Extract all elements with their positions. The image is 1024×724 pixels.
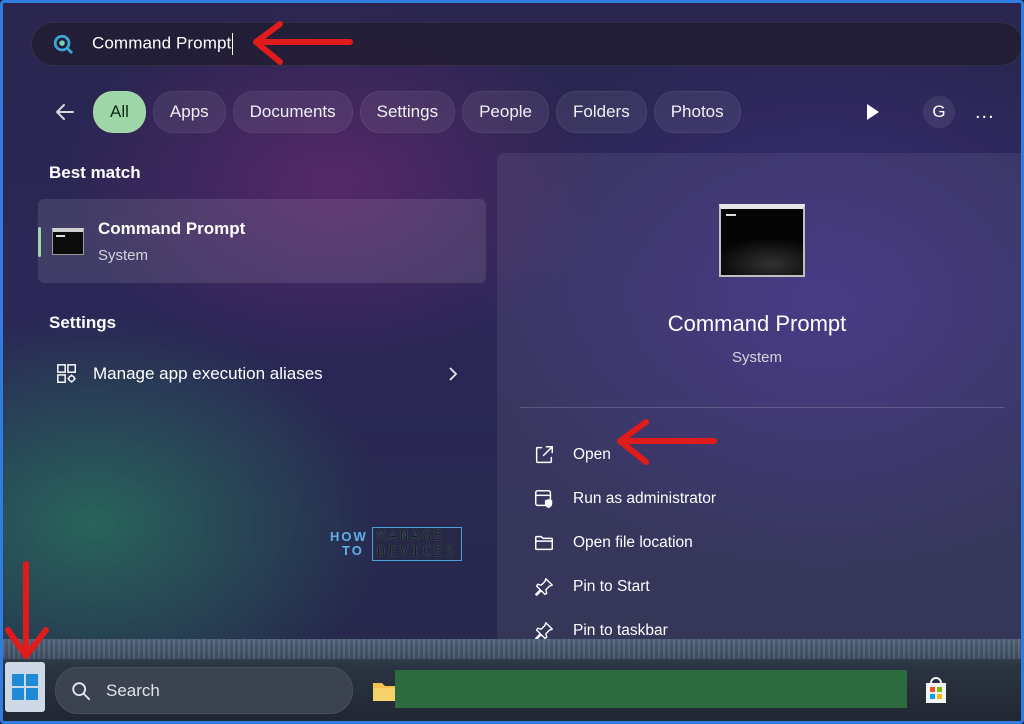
action-label: Pin to taskbar	[573, 622, 668, 639]
search-icon	[53, 34, 73, 54]
best-match-type: System	[98, 246, 149, 264]
watermark-box-line1: MANAGE	[376, 528, 446, 544]
selection-indicator	[38, 227, 41, 257]
action-label: Run as administrator	[573, 490, 717, 507]
action-label: Pin to Start	[573, 578, 650, 595]
best-match-heading: Best match	[49, 163, 141, 182]
filter-tab-people[interactable]: People	[462, 91, 550, 133]
more-options-button[interactable]: ...	[975, 101, 995, 124]
filter-tab-all[interactable]: All	[93, 91, 146, 133]
site-watermark: HOW TO MANAGE DEVICES	[330, 527, 462, 561]
annotation-arrow-search	[253, 21, 353, 65]
watermark-box-line2: DEVICES	[376, 544, 457, 560]
app-settings-icon	[57, 364, 76, 383]
more-filters-button[interactable]	[853, 92, 893, 132]
redacted-taskbar-apps	[395, 670, 907, 708]
filter-tab-photos[interactable]: Photos	[653, 91, 741, 133]
folder-icon	[535, 535, 553, 551]
start-search-window: Command Prompt All Apps Documents Settin…	[0, 0, 1024, 724]
filter-tab-apps[interactable]: Apps	[152, 91, 226, 133]
action-open-file-location[interactable]: Open file location	[533, 521, 716, 565]
chevron-right-icon	[449, 367, 458, 381]
text-caret	[232, 33, 234, 55]
microsoft-store-icon[interactable]	[923, 675, 949, 705]
action-pin-to-start[interactable]: Pin to Start	[533, 565, 716, 609]
preview-app-type: System	[731, 349, 782, 366]
taskbar-search-label: Search	[106, 680, 160, 700]
search-query-text: Command Prompt	[92, 33, 232, 53]
preview-pane: Command Prompt System Open Run as admini…	[497, 153, 1021, 653]
preview-app-name: Command Prompt	[667, 311, 847, 336]
taskbar-search-box[interactable]: Search	[55, 667, 353, 714]
best-match-name: Command Prompt	[98, 218, 246, 238]
windows-logo-icon	[12, 674, 38, 700]
action-label: Open	[573, 446, 611, 463]
watermark-line2: TO	[342, 543, 364, 558]
account-avatar[interactable]: G	[923, 96, 955, 128]
back-arrow-icon	[56, 104, 74, 120]
annotation-arrow-open	[617, 419, 717, 465]
watermark-how-to: HOW TO	[330, 530, 368, 558]
best-match-text: Command Prompt System	[98, 219, 245, 264]
admin-shield-icon	[535, 490, 553, 509]
watermark-box: MANAGE DEVICES	[371, 527, 462, 561]
best-match-item[interactable]: Command Prompt System	[38, 199, 486, 283]
filter-bar: All Apps Documents Settings People Folde…	[47, 91, 748, 133]
results-list: Best match Command Prompt System Setting…	[38, 163, 486, 389]
play-icon	[867, 104, 879, 120]
filter-tab-settings[interactable]: Settings	[359, 91, 456, 133]
search-box[interactable]: Command Prompt	[31, 22, 1021, 66]
start-button[interactable]	[5, 662, 45, 712]
filter-tab-documents[interactable]: Documents	[232, 91, 353, 133]
search-input[interactable]: Command Prompt	[92, 33, 234, 55]
setting-item-label: Manage app execution aliases	[93, 364, 323, 383]
filter-tab-folders[interactable]: Folders	[556, 91, 647, 133]
action-run-as-administrator[interactable]: Run as administrator	[533, 477, 716, 521]
pin-icon	[535, 578, 553, 596]
watermark-line1: HOW	[330, 529, 368, 544]
command-prompt-large-icon	[719, 204, 805, 277]
open-external-icon	[535, 446, 553, 464]
taskbar-backdrop-strip	[3, 639, 1021, 659]
action-label: Open file location	[573, 534, 693, 551]
filter-extra-controls: G ...	[853, 91, 995, 133]
preview-divider	[520, 407, 1004, 408]
settings-heading: Settings	[49, 313, 117, 332]
annotation-arrow-start	[5, 561, 49, 659]
setting-item-app-execution-aliases[interactable]: Manage app execution aliases	[38, 359, 486, 389]
command-prompt-icon	[52, 227, 84, 255]
search-icon	[72, 681, 91, 700]
back-button[interactable]	[47, 94, 83, 130]
